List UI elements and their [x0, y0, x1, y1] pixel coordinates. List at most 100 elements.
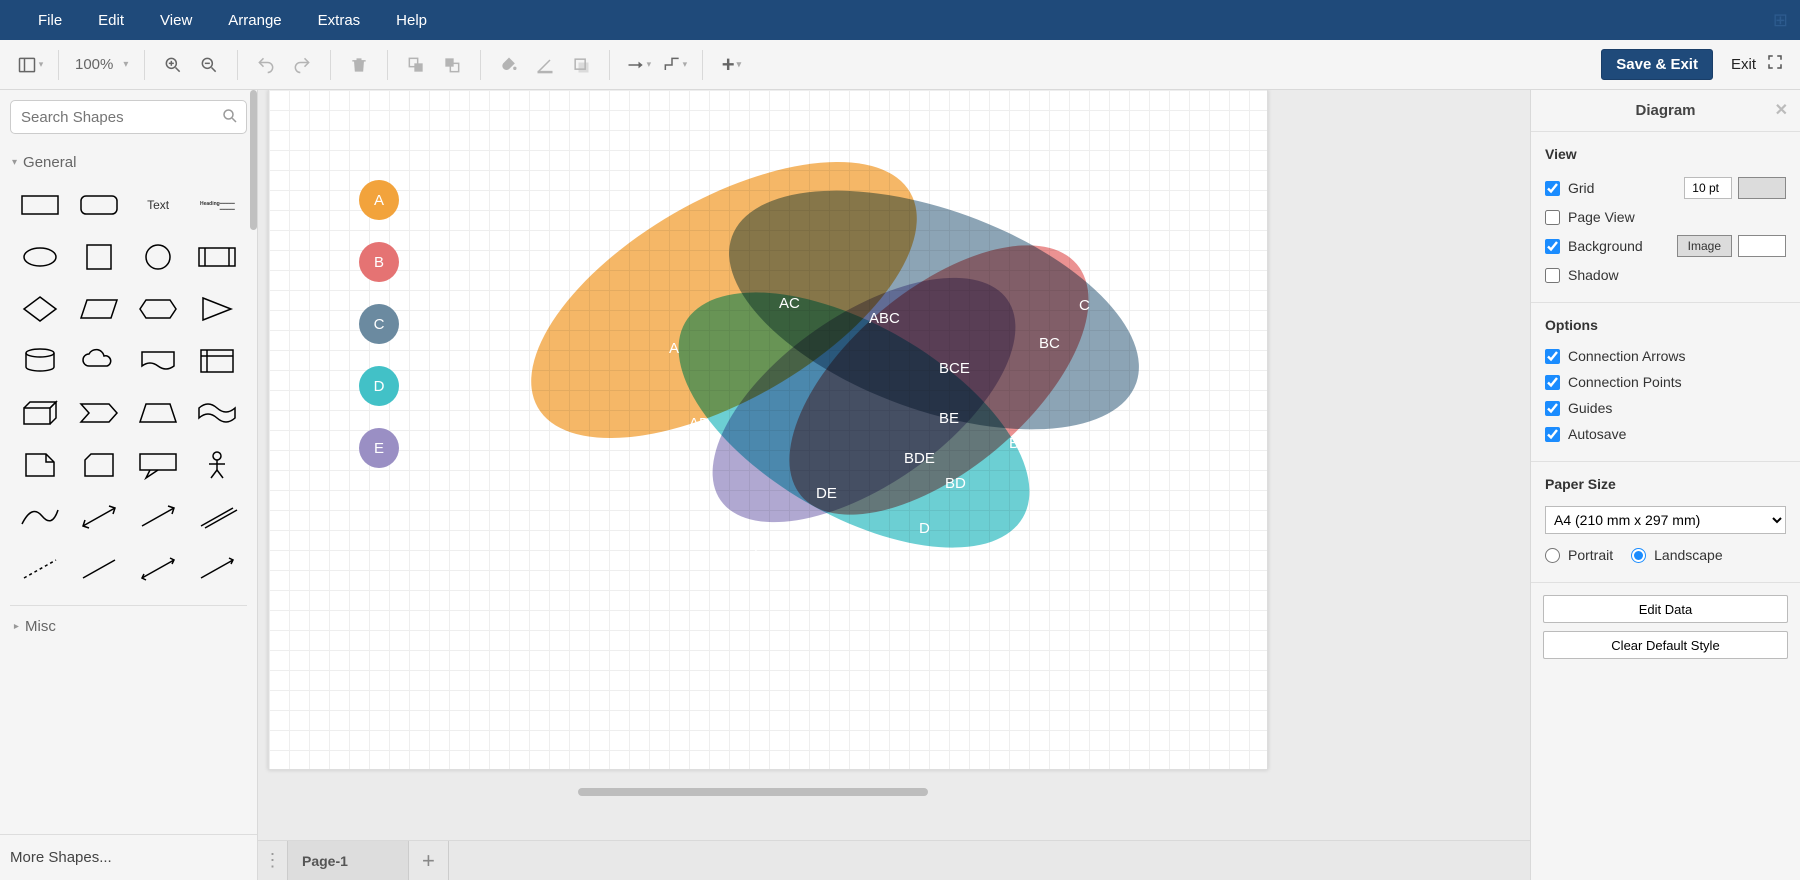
zoom-select[interactable]: 100%▾	[69, 56, 134, 73]
conn-points-checkbox[interactable]	[1545, 375, 1560, 390]
sidebar-toggle-icon[interactable]: ▾	[16, 51, 44, 79]
shape-rectangle[interactable]	[12, 185, 67, 225]
venn-label-BDE[interactable]: BDE	[904, 450, 935, 467]
tabs-menu-icon[interactable]: ⋮	[258, 841, 288, 880]
background-color-swatch[interactable]	[1738, 235, 1786, 257]
clear-style-button[interactable]: Clear Default Style	[1543, 631, 1788, 659]
legend-E[interactable]: E	[359, 428, 399, 468]
menu-view[interactable]: View	[142, 12, 210, 29]
shape-process[interactable]	[190, 237, 245, 277]
menu-file[interactable]: File	[20, 12, 80, 29]
shape-bidir-arrow[interactable]	[71, 497, 126, 537]
venn-label-E[interactable]: E	[754, 545, 764, 562]
shape-internal-storage[interactable]	[190, 341, 245, 381]
shape-ellipse[interactable]	[12, 237, 67, 277]
drawing-page[interactable]: ABCDEAACABCCBCBCEADBEBBDEDEBDDE	[268, 90, 1268, 770]
delete-icon[interactable]	[345, 51, 373, 79]
grid-checkbox[interactable]	[1545, 181, 1560, 196]
shape-card[interactable]	[71, 445, 126, 485]
autosave-checkbox[interactable]	[1545, 427, 1560, 442]
undo-icon[interactable]	[252, 51, 280, 79]
shape-square[interactable]	[71, 237, 126, 277]
shape-note[interactable]	[12, 445, 67, 485]
shape-tape[interactable]	[190, 393, 245, 433]
venn-label-C[interactable]: C	[1079, 297, 1090, 314]
venn-label-BC[interactable]: BC	[1039, 335, 1060, 352]
fullscreen-icon[interactable]	[1766, 53, 1784, 76]
venn-label-AD[interactable]: AD	[689, 415, 710, 432]
venn-label-BCE[interactable]: BCE	[939, 360, 970, 377]
legend-A[interactable]: A	[359, 180, 399, 220]
to-front-icon[interactable]	[402, 51, 430, 79]
shape-cylinder[interactable]	[12, 341, 67, 381]
shape-cube[interactable]	[12, 393, 67, 433]
venn-label-B[interactable]: B	[1009, 435, 1019, 452]
shape-dir-thin[interactable]	[190, 549, 245, 589]
zoom-out-icon[interactable]	[195, 51, 223, 79]
shape-triangle[interactable]	[190, 289, 245, 329]
zoom-in-icon[interactable]	[159, 51, 187, 79]
venn-label-ABC[interactable]: ABC	[869, 310, 900, 327]
venn-label-DE[interactable]: DE	[816, 485, 837, 502]
add-page-button[interactable]: +	[409, 841, 449, 880]
landscape-radio[interactable]	[1631, 548, 1646, 563]
shape-text[interactable]: Text	[131, 185, 186, 225]
edit-data-button[interactable]: Edit Data	[1543, 595, 1788, 623]
menu-extras[interactable]: Extras	[300, 12, 379, 29]
background-checkbox[interactable]	[1545, 239, 1560, 254]
redo-icon[interactable]	[288, 51, 316, 79]
venn-label-BE[interactable]: BE	[939, 410, 959, 427]
guides-checkbox[interactable]	[1545, 401, 1560, 416]
shape-rounded-rect[interactable]	[71, 185, 126, 225]
grid-size-input[interactable]	[1684, 177, 1732, 199]
legend-B[interactable]: B	[359, 242, 399, 282]
left-scrollbar[interactable]	[250, 90, 257, 230]
shape-double-line[interactable]	[190, 497, 245, 537]
shape-document[interactable]	[131, 341, 186, 381]
shape-dashed-line[interactable]	[12, 549, 67, 589]
venn-label-A[interactable]: A	[669, 340, 679, 357]
shadow-checkbox[interactable]	[1545, 268, 1560, 283]
shape-hexagon[interactable]	[131, 289, 186, 329]
legend-D[interactable]: D	[359, 366, 399, 406]
connection-icon[interactable]: ▾	[624, 51, 652, 79]
shape-curve[interactable]	[12, 497, 67, 537]
shape-trapezoid[interactable]	[131, 393, 186, 433]
save-exit-button[interactable]: Save & Exit	[1601, 49, 1713, 80]
fill-color-icon[interactable]	[495, 51, 523, 79]
grid-color-swatch[interactable]	[1738, 177, 1786, 199]
shape-bidir-thin[interactable]	[131, 549, 186, 589]
shape-diamond[interactable]	[12, 289, 67, 329]
insert-icon[interactable]: +▾	[717, 51, 745, 79]
shape-line[interactable]	[71, 549, 126, 589]
conn-arrows-checkbox[interactable]	[1545, 349, 1560, 364]
exit-button[interactable]: Exit	[1731, 56, 1756, 73]
canvas-hscrollbar[interactable]	[578, 788, 928, 796]
menu-help[interactable]: Help	[378, 12, 445, 29]
background-image-button[interactable]: Image	[1677, 235, 1732, 257]
shape-circle[interactable]	[131, 237, 186, 277]
shape-actor[interactable]	[190, 445, 245, 485]
portrait-radio[interactable]	[1545, 548, 1560, 563]
close-panel-icon[interactable]: ✕	[1775, 100, 1788, 120]
category-general[interactable]: ▾General	[10, 148, 247, 181]
venn-label-D[interactable]: D	[919, 520, 930, 537]
more-shapes-button[interactable]: More Shapes...	[0, 834, 257, 880]
shape-arrow[interactable]	[131, 497, 186, 537]
paper-size-select[interactable]: A4 (210 mm x 297 mm)	[1545, 506, 1786, 534]
venn-label-BD[interactable]: BD	[945, 475, 966, 492]
shape-heading[interactable]: Heading━━━━━━━━━━	[190, 185, 245, 225]
canvas[interactable]: ⋮ ABCDEAACABCCBCBCEADBEBBDEDEBDDE ⋮ Page…	[258, 90, 1530, 880]
page-tab-1[interactable]: Page-1	[288, 841, 409, 880]
search-icon[interactable]	[221, 107, 239, 130]
shape-callout[interactable]	[131, 445, 186, 485]
line-color-icon[interactable]	[531, 51, 559, 79]
menu-edit[interactable]: Edit	[80, 12, 142, 29]
search-shapes-input[interactable]	[10, 100, 247, 134]
category-misc[interactable]: ▾Misc	[10, 605, 247, 645]
shape-parallelogram[interactable]	[71, 289, 126, 329]
pageview-checkbox[interactable]	[1545, 210, 1560, 225]
shadow-icon[interactable]	[567, 51, 595, 79]
legend-C[interactable]: C	[359, 304, 399, 344]
venn-label-AC[interactable]: AC	[779, 295, 800, 312]
